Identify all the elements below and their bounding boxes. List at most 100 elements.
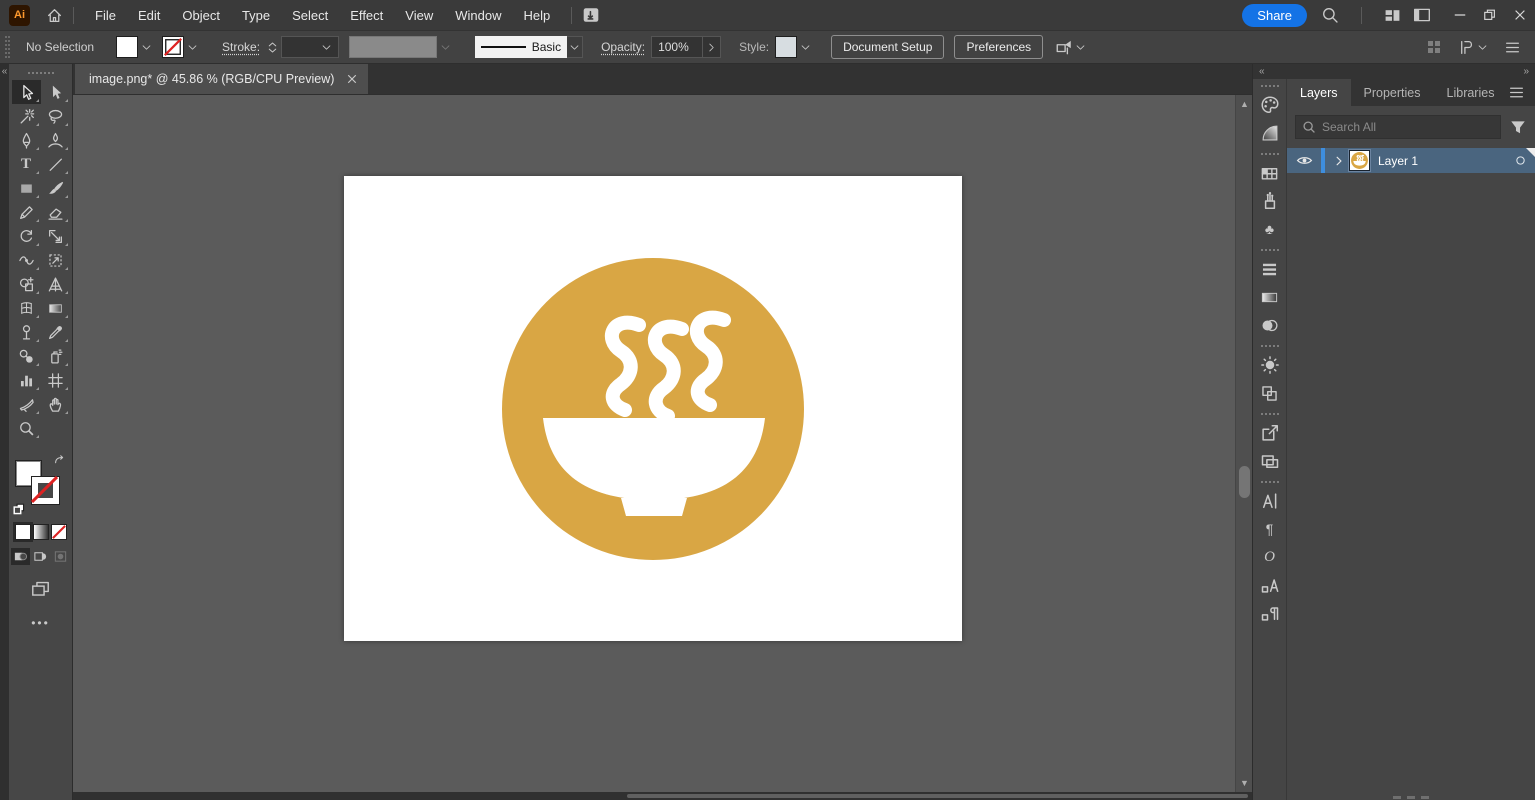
edit-toolbar-icon[interactable]: ••• — [31, 616, 50, 630]
menu-effect[interactable]: Effect — [339, 0, 394, 30]
layer-row[interactable]: Layer 1 — [1287, 148, 1535, 173]
close-tab-icon[interactable] — [346, 73, 358, 85]
selection-tool[interactable] — [11, 80, 41, 104]
panel-group-grip[interactable] — [1260, 413, 1279, 415]
style-swatch[interactable] — [775, 36, 798, 58]
shape-builder-tool[interactable] — [12, 272, 41, 296]
canvas-pasteboard[interactable]: ▲ ▼ — [73, 94, 1252, 792]
stroke-color-swatch[interactable] — [162, 36, 185, 58]
column-graph-tool[interactable] — [12, 368, 41, 392]
horizontal-scrollbar[interactable] — [73, 792, 1252, 800]
rectangle-tool[interactable] — [12, 176, 41, 200]
eyedropper-tool[interactable] — [41, 320, 70, 344]
lasso-tool[interactable] — [41, 104, 70, 128]
expand-dock-icon[interactable]: » — [1523, 66, 1529, 77]
perspective-grid-tool[interactable] — [41, 272, 70, 296]
stroke-label[interactable]: Stroke: — [222, 40, 260, 54]
menu-type[interactable]: Type — [231, 0, 281, 30]
character-styles-panel-icon[interactable] — [1253, 571, 1286, 599]
chevron-down-icon[interactable] — [567, 36, 584, 58]
zoom-tool[interactable] — [12, 416, 41, 440]
stroke-weight-stepper[interactable] — [266, 36, 279, 58]
restore-icon[interactable] — [1475, 0, 1505, 30]
properties-toggle-icon[interactable] — [1458, 39, 1475, 56]
graphic-styles-panel-icon[interactable] — [1253, 379, 1286, 407]
mesh-tool[interactable] — [12, 296, 41, 320]
appearance-panel-icon[interactable] — [1253, 351, 1286, 379]
pen-tool[interactable] — [12, 128, 41, 152]
panel-group-grip[interactable] — [1260, 153, 1279, 155]
share-button[interactable]: Share — [1242, 3, 1307, 27]
artboard[interactable] — [344, 176, 962, 641]
transparency-panel-icon[interactable] — [1253, 311, 1286, 339]
vertical-scrollbar[interactable]: ▲ ▼ — [1235, 95, 1252, 792]
paragraph-styles-panel-icon[interactable] — [1253, 599, 1286, 627]
panel-group-grip[interactable] — [1260, 249, 1279, 251]
stroke-weight-field[interactable] — [281, 36, 340, 58]
shaper-tool[interactable] — [12, 200, 41, 224]
symbols-panel-icon[interactable]: ♣ — [1253, 215, 1286, 243]
touch-workspace-icon[interactable] — [582, 6, 600, 24]
search-icon[interactable] — [1321, 6, 1339, 24]
layer-name[interactable]: Layer 1 — [1378, 154, 1505, 168]
direct-selection-tool[interactable] — [41, 80, 70, 104]
visibility-eye-icon[interactable] — [1296, 152, 1313, 169]
panel-menu-icon[interactable] — [1508, 79, 1535, 106]
type-tool[interactable]: T — [12, 152, 41, 176]
align-options-icon[interactable] — [1055, 38, 1073, 56]
line-segment-tool[interactable] — [41, 152, 70, 176]
home-icon[interactable] — [46, 7, 63, 24]
rotate-tool[interactable] — [12, 224, 41, 248]
chevron-down-icon[interactable] — [1477, 42, 1488, 53]
arrange-documents-icon[interactable] — [1384, 7, 1401, 24]
workspace-switcher-icon[interactable] — [1413, 6, 1431, 24]
paintbrush-tool[interactable] — [41, 176, 70, 200]
magic-wand-tool[interactable] — [12, 104, 41, 128]
document-tab[interactable]: image.png* @ 45.86 % (RGB/CPU Preview) — [75, 64, 369, 94]
gradient-panel-icon[interactable] — [1253, 283, 1286, 311]
menu-edit[interactable]: Edit — [127, 0, 171, 30]
color-panel-icon[interactable] — [1253, 91, 1286, 119]
steaming-soup-bowl-artwork[interactable] — [501, 257, 805, 561]
blend-tool[interactable] — [12, 344, 41, 368]
panel-menu-icon[interactable] — [1504, 39, 1521, 56]
menu-help[interactable]: Help — [512, 0, 561, 30]
panel-grip[interactable] — [27, 72, 54, 74]
hand-tool[interactable] — [41, 392, 70, 416]
stroke-panel-icon[interactable] — [1253, 255, 1286, 283]
width-tool[interactable] — [12, 248, 41, 272]
scroll-down-icon[interactable]: ▼ — [1236, 776, 1252, 790]
menu-select[interactable]: Select — [281, 0, 339, 30]
brushes-panel-icon[interactable] — [1253, 187, 1286, 215]
layer-target-icon[interactable] — [1514, 154, 1527, 167]
search-input[interactable] — [1322, 120, 1494, 134]
screen-mode-icon[interactable] — [31, 579, 50, 598]
layer-thumbnail[interactable] — [1349, 150, 1370, 171]
symbol-sprayer-tool[interactable] — [41, 344, 70, 368]
default-fill-stroke-icon[interactable] — [12, 503, 26, 516]
chevron-down-icon[interactable] — [797, 36, 813, 58]
panel-grip[interactable] — [5, 36, 10, 58]
expand-layer-icon[interactable] — [1333, 155, 1345, 167]
collapse-dock-icon[interactable]: « — [1259, 66, 1265, 77]
tab-libraries[interactable]: Libraries — [1434, 79, 1508, 106]
color-guide-panel-icon[interactable] — [1253, 119, 1286, 147]
minimize-icon[interactable] — [1445, 0, 1475, 30]
curvature-tool[interactable] — [41, 128, 70, 152]
chevron-right-icon[interactable] — [703, 36, 722, 58]
gradient-button[interactable] — [32, 524, 49, 540]
filter-funnel-icon[interactable] — [1509, 118, 1527, 136]
export-panel-icon[interactable] — [1253, 419, 1286, 447]
free-transform-tool[interactable] — [41, 248, 70, 272]
scroll-up-icon[interactable]: ▲ — [1236, 97, 1252, 111]
slice-tool[interactable] — [12, 392, 41, 416]
chevron-down-icon[interactable] — [138, 36, 154, 58]
menu-view[interactable]: View — [394, 0, 444, 30]
search-box[interactable] — [1295, 115, 1501, 139]
menu-file[interactable]: File — [84, 0, 127, 30]
draw-normal-icon[interactable] — [11, 548, 30, 565]
eraser-tool[interactable] — [41, 200, 70, 224]
tab-properties[interactable]: Properties — [1351, 79, 1434, 106]
brush-definition-dropdown[interactable]: Basic — [475, 36, 568, 58]
opacity-label[interactable]: Opacity: — [601, 40, 645, 54]
